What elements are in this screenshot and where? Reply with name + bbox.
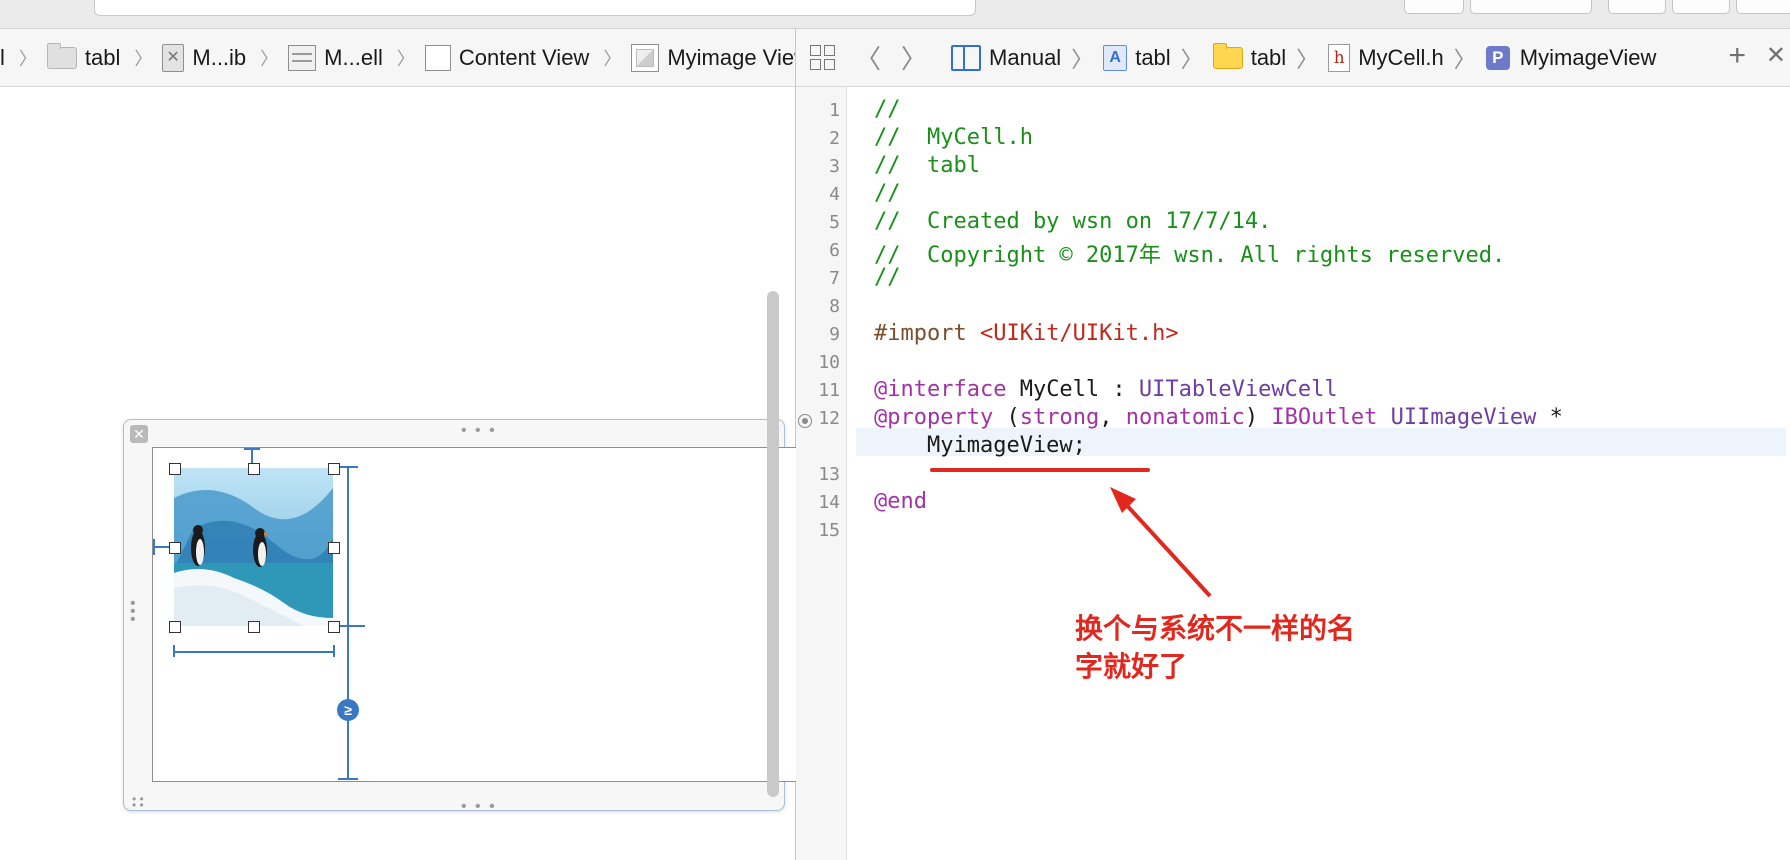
resize-grip-icon[interactable]: • • • <box>130 596 136 628</box>
annotation-text: 换个与系统不一样的名 字就好了 <box>1075 610 1375 686</box>
resize-handle[interactable] <box>248 621 260 633</box>
toolbar-button-4[interactable] <box>1672 0 1730 14</box>
jump-crumb-root[interactable]: l 〉 <box>0 45 41 71</box>
folder-icon <box>46 42 77 69</box>
annotation-arrow <box>1110 487 1212 598</box>
resize-handle[interactable] <box>328 463 340 475</box>
height-constraint-cap-top <box>338 466 358 468</box>
jump-crumb-label: Content View <box>458 44 590 70</box>
toolbar-button-2[interactable] <box>1470 0 1592 14</box>
jump-crumb-cell[interactable]: M...ell 〉 <box>288 44 419 71</box>
canvas-scrollbar[interactable] <box>767 291 779 797</box>
height-constraint-line[interactable] <box>347 466 349 780</box>
jump-crumb-label: M...ell <box>324 44 383 70</box>
jump-crumb-label: M...ib <box>192 44 247 70</box>
jump-crumb-tabl[interactable]: tabl 〉 <box>46 42 156 71</box>
xib-file-icon <box>162 43 185 72</box>
ib-canvas[interactable]: ✕ • • • • • • • • • • • • • ≥ <box>0 87 804 860</box>
annotation-line-1: 换个与系统不一样的名 <box>1075 613 1356 644</box>
annotation-line-2: 字就好了 <box>1075 651 1188 682</box>
chevron-right-icon: 〉 <box>603 48 622 69</box>
resize-grip-icon[interactable]: • • • • <box>132 793 144 811</box>
jump-crumb-label: l <box>0 44 5 70</box>
jump-crumb-label: tabl <box>84 44 121 70</box>
content-view[interactable]: ≥ <box>152 447 804 782</box>
image-view-icon <box>631 43 660 72</box>
resize-grip-icon[interactable]: • • • <box>461 798 497 816</box>
resize-grip-icon[interactable]: • • • <box>461 422 497 440</box>
greater-or-equal-icon[interactable]: ≥ <box>337 699 359 721</box>
resize-handle[interactable] <box>328 542 340 554</box>
source-editor-pane: 〈 〉 Manual 〉 A tabl 〉 tabl 〉 h MyCell.h … <box>796 29 1790 860</box>
leading-constraint-cap <box>153 539 155 555</box>
table-cell-object[interactable]: ✕ • • • • • • • • • • • • • ≥ <box>123 419 804 815</box>
ib-jump-bar: l 〉 tabl 〉 M...ib 〉 M...ell 〉 Content Vi… <box>0 29 795 87</box>
resize-handle[interactable] <box>169 463 181 475</box>
toolbar-button-5[interactable] <box>1736 0 1790 14</box>
close-icon[interactable]: ✕ <box>130 425 148 443</box>
table-cell-icon <box>288 44 317 71</box>
jump-crumb-xib[interactable]: M...ib 〉 <box>162 43 282 72</box>
chevron-right-icon: 〉 <box>260 48 279 69</box>
window-toolbar-strip <box>0 0 1790 29</box>
resize-handle[interactable] <box>169 542 181 554</box>
jump-crumb-content-view[interactable]: Content View 〉 <box>424 44 625 71</box>
toolbar-button-3[interactable] <box>1608 0 1666 14</box>
interface-builder-pane: l 〉 tabl 〉 M...ib 〉 M...ell 〉 Content Vi… <box>0 29 804 860</box>
toolbar-button-1[interactable] <box>1404 0 1464 14</box>
chevron-right-icon: 〉 <box>396 48 415 69</box>
top-constraint-cap <box>244 448 260 450</box>
chevron-right-icon: 〉 <box>134 48 153 69</box>
jump-crumb-label: Myimage View <box>667 44 795 70</box>
chevron-right-icon: 〉 <box>18 48 37 69</box>
width-constraint-line[interactable] <box>173 651 335 653</box>
view-icon <box>424 44 451 71</box>
penguin-image-view[interactable] <box>174 468 333 626</box>
resize-handle[interactable] <box>328 621 340 633</box>
resize-handle[interactable] <box>169 621 181 633</box>
resize-handle[interactable] <box>248 463 260 475</box>
height-constraint-cap-bottom <box>338 778 358 780</box>
jump-crumb-myimage-view[interactable]: Myimage View <box>631 43 795 72</box>
activity-search-field[interactable] <box>94 0 976 16</box>
